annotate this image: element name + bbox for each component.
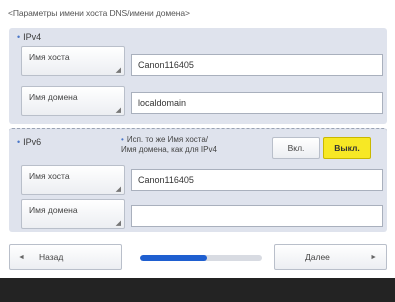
ipv6-hostname-label: Имя хоста <box>29 171 70 181</box>
ipv6-hostname-input[interactable]: Canon116405 <box>131 169 383 191</box>
ipv6-section-label: • IPv6 <box>17 137 42 147</box>
ipv6-domain-input[interactable] <box>131 205 383 227</box>
corner-arrow-icon: ◢ <box>115 220 121 227</box>
same-as-note-line2: Имя домена, как для IPv4 <box>121 145 217 154</box>
ipv4-section-label: • IPv4 <box>17 32 42 42</box>
ipv6-section: • IPv6 • Исп. то же Имя хоста/ Имя домена,… <box>9 128 387 232</box>
ipv4-domain-input[interactable]: localdomain <box>131 92 383 114</box>
ipv4-hostname-input[interactable]: Canon116405 <box>131 54 383 76</box>
next-button[interactable]: Далее ► <box>274 244 387 270</box>
bullet-icon: • <box>17 137 21 147</box>
bullet-icon: • <box>17 32 21 42</box>
ipv6-domain-label: Имя домена <box>29 205 78 215</box>
page-title: <Параметры имени хоста DNS/имени домена> <box>8 8 190 18</box>
ipv6-domain-button[interactable]: Имя домена ◢ <box>21 199 125 229</box>
same-as-ipv4-note: • Исп. то же Имя хоста/ Имя домена, как д… <box>121 135 271 155</box>
corner-arrow-icon: ◢ <box>115 67 121 74</box>
ipv4-domain-label: Имя домена <box>29 92 78 102</box>
next-label: Далее <box>305 252 330 262</box>
progress-fill <box>140 255 208 261</box>
back-label: Назад <box>38 252 64 262</box>
arrow-right-icon: ► <box>370 253 377 261</box>
back-button[interactable]: ◄ Назад <box>9 244 122 270</box>
bullet-icon: • <box>121 135 124 144</box>
arrow-left-icon: ◄ <box>18 253 25 261</box>
same-as-note-line1: Исп. то же Имя хоста/ <box>126 135 209 144</box>
status-bar <box>0 278 395 302</box>
same-as-on-button[interactable]: Вкл. <box>272 137 320 159</box>
corner-arrow-icon: ◢ <box>115 186 121 193</box>
ipv4-section: • IPv4 Имя хоста ◢ Canon116405 Имя домена… <box>9 28 387 124</box>
corner-arrow-icon: ◢ <box>115 107 121 114</box>
ipv4-domain-button[interactable]: Имя домена ◢ <box>21 86 125 116</box>
ipv6-hostname-button[interactable]: Имя хоста ◢ <box>21 165 125 195</box>
ipv4-hostname-label: Имя хоста <box>29 52 70 62</box>
ipv4-hostname-button[interactable]: Имя хоста ◢ <box>21 46 125 76</box>
same-as-off-button[interactable]: Выкл. <box>323 137 371 159</box>
progress-bar <box>140 255 262 261</box>
